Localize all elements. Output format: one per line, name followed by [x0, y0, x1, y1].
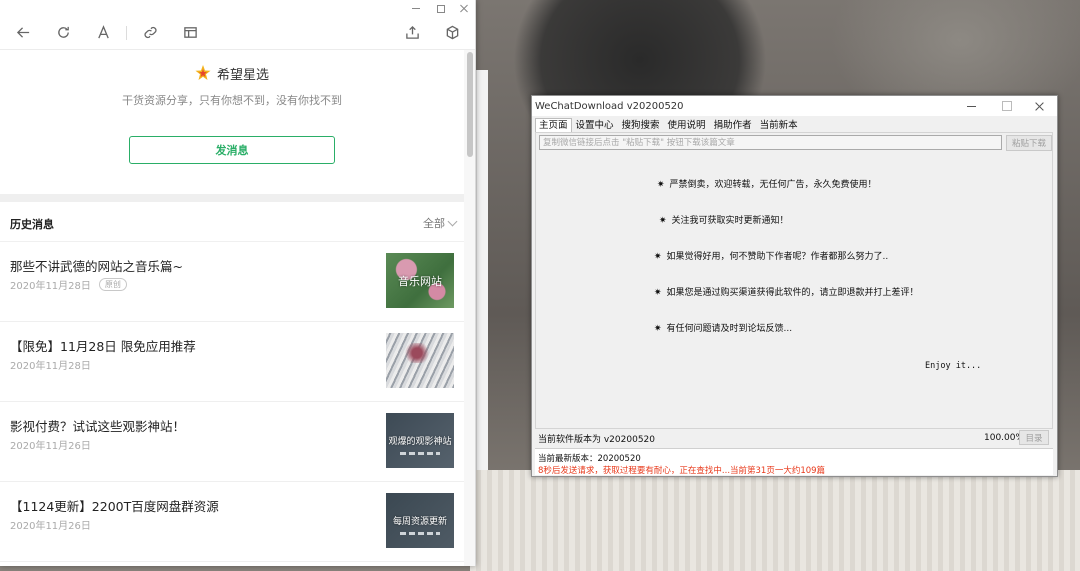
article-item[interactable]: 【限免】11月28日 限免应用推荐 2020年11月28日 — [0, 322, 464, 402]
article-date: 2020年11月28日 — [10, 281, 91, 292]
send-message-button[interactable]: 发消息 — [129, 136, 335, 164]
desktop-wallpaper-blanket — [470, 470, 1080, 571]
open-in-browser-icon[interactable] — [179, 22, 201, 44]
progress-status-text: 8秒后发送请求，获取过程要有耐心，正在查找中...当前第31页一大约109篇 — [538, 466, 826, 476]
account-profile: 希望星选 干货资源分享，只有你想不到，没有你找不到 发消息 — [0, 50, 464, 194]
tab-current-version[interactable]: 当前新本 — [756, 118, 802, 133]
section-divider — [0, 194, 464, 202]
notice-line: ✷ 如果觉得好用，何不赞助下作者呢？作者都那么努力了.. — [654, 252, 889, 262]
asterisk-icon: ✷ — [657, 180, 665, 190]
close-icon[interactable] — [459, 3, 469, 13]
article-list: 那些不讲武德的网站之音乐篇~ 2020年11月28日 原创 音乐网站 【限免】1… — [0, 242, 464, 562]
tab-sogou-search[interactable]: 搜狗搜索 — [618, 118, 664, 133]
wechat-content-area: 希望星选 干货资源分享，只有你想不到，没有你找不到 发消息 历史消息 全部 那些… — [0, 50, 475, 566]
background-window-edge — [476, 70, 488, 510]
article-url-input[interactable] — [539, 135, 1002, 150]
main-tab-panel: 粘贴下载 ✷严禁倒卖，欢迎转载，无任何广告，永久免费使用！ ✷关注我可获取实时更… — [535, 132, 1053, 429]
downloader-title-bar: WeChatDownload v20200520 — [532, 96, 1057, 116]
tab-main[interactable]: 主页面 — [535, 118, 572, 133]
notice-line: ✷ 严禁倒卖，欢迎转载，无任何广告，永久免费使用！ — [657, 180, 877, 190]
article-thumbnail: 音乐网站 — [386, 253, 454, 308]
tab-settings[interactable]: 设置中心 — [572, 118, 618, 133]
copy-link-icon[interactable] — [139, 22, 161, 44]
original-badge: 原创 — [98, 278, 127, 291]
open-directory-button[interactable]: 目录 — [1019, 430, 1049, 445]
minimize-icon[interactable] — [955, 96, 989, 116]
close-icon[interactable] — [1023, 96, 1057, 116]
account-brand: 希望星选 — [0, 64, 464, 83]
toolbar-divider — [126, 25, 127, 40]
font-size-icon[interactable] — [92, 22, 114, 44]
star-logo-icon — [195, 64, 211, 83]
share-icon[interactable] — [401, 22, 423, 44]
refresh-icon[interactable] — [52, 22, 74, 44]
wechat-download-window: WeChatDownload v20200520 主页面 设置中心 搜狗搜索 使… — [531, 95, 1058, 477]
wechat-title-bar — [0, 0, 475, 16]
article-title: 影视付费？试试这些观影神站！ — [10, 419, 186, 434]
article-date-row: 2020年11月26日 — [10, 437, 91, 452]
thumbnail-caption: 音乐网站 — [398, 274, 442, 288]
thumbnail-caption: 每周资源更新 — [392, 517, 447, 527]
wechat-toolbar — [0, 16, 475, 50]
notice-line: ✷ 如果您是通过购买渠道获得此软件的，请立即退款并打上差评！ — [654, 288, 919, 298]
article-item[interactable]: 影视付费？试试这些观影神站！ 2020年11月26日 观爆的观影神站 — [0, 402, 464, 482]
chevron-down-icon — [447, 216, 458, 226]
scrollbar-track[interactable] — [464, 50, 475, 566]
article-date: 2020年11月28日 — [10, 361, 91, 372]
account-slogan: 干货资源分享，只有你想不到，没有你找不到 — [122, 94, 342, 107]
enjoy-text: Enjoy it... — [925, 361, 982, 371]
article-date-row: 2020年11月26日 — [10, 517, 91, 532]
article-date: 2020年11月26日 — [10, 441, 91, 452]
tab-donate[interactable]: 捐助作者 — [710, 118, 756, 133]
article-title: 【限免】11月28日 限免应用推荐 — [10, 339, 196, 354]
thumbnail-decoration — [400, 532, 440, 535]
wechat-reader-window: 希望星选 干货资源分享，只有你想不到，没有你找不到 发消息 历史消息 全部 那些… — [0, 0, 476, 566]
status-log: 当前最新版本：20200520 8秒后发送请求，获取过程要有耐心，正在查找中..… — [535, 448, 1053, 476]
paste-download-button[interactable]: 粘贴下载 — [1006, 135, 1052, 151]
notice-line: ✷ 有任何问题请及时到论坛反馈... — [654, 324, 793, 334]
history-filter-dropdown[interactable]: 全部 — [423, 215, 458, 231]
article-title: 那些不讲武德的网站之音乐篇~ — [10, 259, 183, 274]
minimize-icon[interactable] — [411, 3, 421, 13]
asterisk-icon: ✷ — [654, 324, 662, 334]
current-version-label: 当前软件版本为 v20200520 — [538, 435, 655, 445]
maximize-icon[interactable] — [989, 96, 1023, 116]
asterisk-icon: ✷ — [654, 288, 662, 298]
mini-program-cube-icon[interactable] — [441, 22, 463, 44]
history-header: 历史消息 全部 — [0, 202, 464, 242]
article-date: 2020年11月26日 — [10, 521, 91, 532]
history-filter-label: 全部 — [423, 217, 445, 230]
article-item[interactable]: 【1124更新】2200T百度网盘群资源 2020年11月26日 每周资源更新 — [0, 482, 464, 562]
article-thumbnail: 观爆的观影神站 — [386, 413, 454, 468]
article-title: 【1124更新】2200T百度网盘群资源 — [10, 499, 219, 514]
thumbnail-decoration — [400, 452, 440, 455]
scrollbar-thumb[interactable] — [467, 52, 473, 157]
asterisk-icon: ✷ — [659, 216, 667, 226]
article-thumbnail: 每周资源更新 — [386, 493, 454, 548]
tab-instructions[interactable]: 使用说明 — [664, 118, 710, 133]
history-title: 历史消息 — [10, 218, 54, 231]
article-item[interactable]: 那些不讲武德的网站之音乐篇~ 2020年11月28日 原创 音乐网站 — [0, 242, 464, 322]
downloader-tabs: 主页面 设置中心 搜狗搜索 使用说明 捐助作者 当前新本 — [535, 118, 802, 133]
window-title: WeChatDownload v20200520 — [535, 100, 684, 112]
account-name: 希望星选 — [216, 68, 269, 83]
asterisk-icon: ✷ — [654, 252, 662, 262]
article-date-row: 2020年11月28日 — [10, 357, 91, 372]
back-arrow-icon[interactable] — [12, 22, 34, 44]
notice-line: ✷ 关注我可获取实时更新通知！ — [659, 216, 789, 226]
thumbnail-caption: 观爆的观影神站 — [388, 437, 452, 447]
article-date-row: 2020年11月28日 原创 — [10, 277, 127, 292]
maximize-icon[interactable] — [435, 3, 445, 13]
latest-version-text: 当前最新版本：20200520 — [538, 454, 641, 464]
article-thumbnail — [386, 333, 454, 388]
